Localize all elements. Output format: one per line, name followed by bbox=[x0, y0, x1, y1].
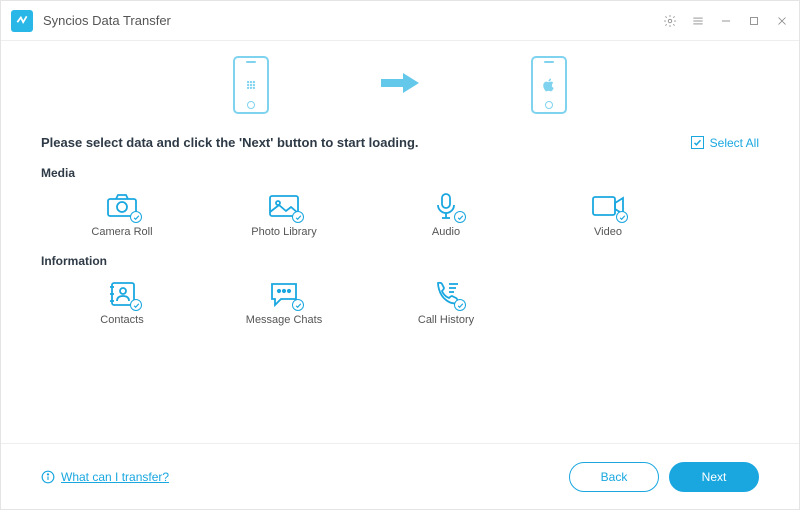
item-video[interactable]: Video bbox=[527, 188, 689, 248]
information-grid: Contacts Message Chats Call History bbox=[41, 276, 759, 336]
maximize-button[interactable] bbox=[747, 14, 761, 28]
next-button[interactable]: Next bbox=[669, 462, 759, 492]
instruction-row: Please select data and click the 'Next' … bbox=[41, 135, 759, 150]
item-label: Message Chats bbox=[246, 314, 322, 326]
section-title-information: Information bbox=[41, 254, 759, 268]
item-photo-library[interactable]: Photo Library bbox=[203, 188, 365, 248]
app-title: Syncios Data Transfer bbox=[43, 13, 663, 28]
media-grid: Camera Roll Photo Library Audio bbox=[41, 188, 759, 248]
item-camera-roll[interactable]: Camera Roll bbox=[41, 188, 203, 248]
item-call-history[interactable]: Call History bbox=[365, 276, 527, 336]
settings-icon[interactable] bbox=[663, 14, 677, 28]
content-area: Please select data and click the 'Next' … bbox=[1, 121, 799, 443]
target-phone-icon bbox=[531, 56, 567, 114]
select-all-label: Select All bbox=[710, 136, 759, 150]
item-label: Contacts bbox=[100, 314, 143, 326]
item-label: Camera Roll bbox=[91, 226, 152, 238]
info-icon bbox=[41, 470, 55, 484]
item-message-chats[interactable]: Message Chats bbox=[203, 276, 365, 336]
transfer-diagram bbox=[1, 41, 799, 121]
arrow-right-icon bbox=[379, 70, 421, 101]
item-label: Audio bbox=[432, 226, 460, 238]
item-label: Call History bbox=[418, 314, 474, 326]
close-button[interactable] bbox=[775, 14, 789, 28]
section-title-media: Media bbox=[41, 166, 759, 180]
message-icon bbox=[267, 280, 301, 308]
help-link[interactable]: What can I transfer? bbox=[41, 470, 169, 484]
contacts-icon bbox=[105, 280, 139, 308]
app-logo bbox=[11, 10, 33, 32]
video-icon bbox=[591, 192, 625, 220]
back-button[interactable]: Back bbox=[569, 462, 659, 492]
menu-icon[interactable] bbox=[691, 14, 705, 28]
minimize-button[interactable] bbox=[719, 14, 733, 28]
item-label: Video bbox=[594, 226, 622, 238]
help-link-label: What can I transfer? bbox=[61, 470, 169, 484]
item-audio[interactable]: Audio bbox=[365, 188, 527, 248]
window-controls bbox=[663, 14, 789, 28]
call-history-icon bbox=[429, 280, 463, 308]
app-window: Syncios Data Transfer bbox=[0, 0, 800, 510]
audio-icon bbox=[429, 192, 463, 220]
titlebar: Syncios Data Transfer bbox=[1, 1, 799, 41]
item-contacts[interactable]: Contacts bbox=[41, 276, 203, 336]
select-all-checkbox[interactable]: Select All bbox=[691, 136, 759, 150]
photo-icon bbox=[267, 192, 301, 220]
checkbox-icon bbox=[691, 136, 704, 149]
camera-icon bbox=[105, 192, 139, 220]
source-phone-icon bbox=[233, 56, 269, 114]
item-label: Photo Library bbox=[251, 226, 316, 238]
instruction-text: Please select data and click the 'Next' … bbox=[41, 135, 419, 150]
footer: What can I transfer? Back Next bbox=[1, 443, 799, 509]
